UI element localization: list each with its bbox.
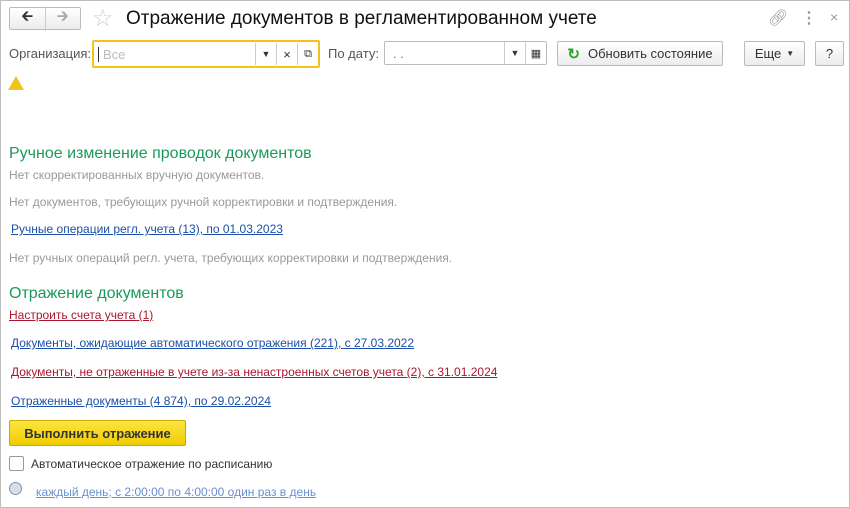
refresh-icon: ↻ — [567, 45, 580, 63]
more-actions-icon[interactable]: ⋮ — [801, 8, 817, 28]
schedule-link[interactable]: каждый день; с 2:00:00 по 4:00:00 один р… — [36, 485, 316, 499]
org-field[interactable]: Все ▼ × ⧉ — [92, 40, 320, 68]
forward-button[interactable]: 🡲 — [46, 6, 81, 31]
nav-buttons: 🡰 🡲 — [9, 6, 81, 31]
manual-section-title: Ручное изменение проводок документов — [9, 145, 312, 162]
clock-icon — [9, 482, 22, 495]
manual-line1: Нет скорректированных вручную документов… — [9, 168, 265, 182]
reflected-documents-link[interactable]: Отраженные документы (4 874), по 29.02.2… — [11, 394, 271, 408]
manual-line2: Нет документов, требующих ручной коррект… — [9, 195, 398, 209]
refresh-label: Обновить состояние — [587, 46, 713, 61]
run-reflection-button[interactable]: Выполнить отражение — [9, 420, 186, 446]
manual-line3: Нет ручных операций регл. учета, требующ… — [9, 251, 453, 265]
more-button[interactable]: Еще ▼ — [744, 41, 805, 66]
auto-reflection-checkbox[interactable] — [9, 456, 24, 471]
link-icon[interactable]: 🔗︎ — [768, 8, 788, 28]
date-input[interactable]: . . — [385, 46, 504, 61]
date-dropdown-icon[interactable]: ▼ — [505, 48, 525, 58]
manual-operations-link[interactable]: Ручные операции регл. учета (13), по 01.… — [11, 222, 283, 236]
org-clear-icon[interactable]: × — [277, 47, 297, 62]
setup-accounts-link[interactable]: Настроить счета учета (1) — [9, 308, 153, 322]
date-field[interactable]: . . ▼ ▦ — [384, 41, 547, 65]
calendar-icon[interactable]: ▦ — [526, 47, 546, 60]
unreflected-documents-link[interactable]: Документы, не отраженные в учете из-за н… — [11, 365, 497, 379]
pending-documents-link[interactable]: Документы, ожидающие автоматического отр… — [11, 336, 414, 350]
help-button[interactable]: ? — [815, 41, 844, 66]
favorite-star-icon[interactable]: ☆ — [92, 4, 114, 33]
page-title: Отражение документов в регламентированно… — [126, 8, 597, 29]
org-dropdown-icon[interactable]: ▼ — [256, 49, 276, 59]
back-button[interactable]: 🡰 — [10, 6, 46, 31]
refresh-button[interactable]: ↻ Обновить состояние — [557, 41, 723, 66]
more-label: Еще — [754, 46, 782, 61]
reflection-section-title: Отражение документов — [9, 285, 184, 302]
org-input[interactable]: Все — [98, 46, 255, 62]
chevron-down-icon: ▼ — [786, 49, 795, 58]
org-open-icon[interactable]: ⧉ — [298, 48, 318, 61]
warning-icon — [8, 76, 24, 90]
org-label: Организация: — [9, 46, 92, 61]
date-label: По дату: — [328, 46, 379, 61]
auto-reflection-label: Автоматическое отражение по расписанию — [31, 457, 273, 471]
close-icon[interactable]: × — [830, 9, 838, 25]
